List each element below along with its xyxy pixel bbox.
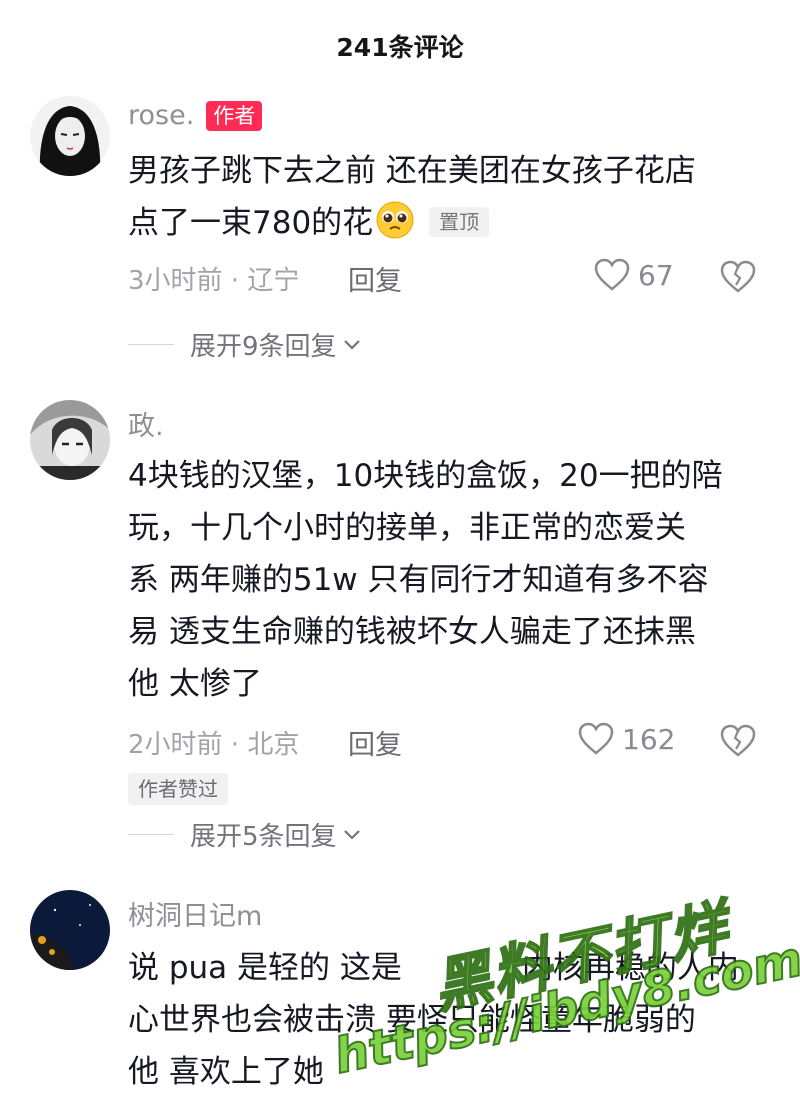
reply-button[interactable]: 回复 <box>348 723 402 762</box>
expand-replies-button[interactable]: 展开9条回复 <box>128 326 361 363</box>
broken-heart-icon <box>720 260 756 293</box>
comment-author-row: 树洞日记m <box>128 894 262 933</box>
heart-icon <box>578 722 614 755</box>
comment-text-line: 系 两年赚的51w 只有同行才知道有多不容 <box>128 562 709 598</box>
comment-text-line: 男孩子跳下去之前 还在美团在女孩子花店 <box>128 153 696 189</box>
expand-replies-label: 展开5条回复 <box>190 822 337 852</box>
comment-author-row: 政. <box>128 404 164 443</box>
comment-meta: 2小时前 · 北京 <box>128 730 300 760</box>
like-button[interactable]: 67 <box>594 258 674 292</box>
comment-text-line: 说 pua 是轻的 这是 内核再稳的人内 <box>128 950 739 986</box>
like-count: 162 <box>622 722 676 756</box>
author-liked-badge: 作者赞过 <box>128 773 228 805</box>
expand-replies-button[interactable]: 展开5条回复 <box>128 816 361 853</box>
reply-button[interactable]: 回复 <box>348 259 402 298</box>
avatar[interactable] <box>30 890 110 970</box>
comment-text-line: 心世界也会被击溃 要怪只能怪童年脆弱的 <box>128 1002 696 1038</box>
chevron-down-icon <box>343 829 360 840</box>
avatar[interactable] <box>30 400 110 480</box>
comment-text-line: 易 透支生命赚的钱被坏女人骗走了还抹黑 <box>128 614 696 650</box>
comment-text-line: 他 太惨了 <box>128 666 262 702</box>
like-button[interactable]: 162 <box>578 722 675 756</box>
broken-heart-icon <box>720 724 756 757</box>
comment-text-line: 4块钱的汉堡，10块钱的盒饭，20一把的陪 <box>128 458 723 494</box>
heart-icon <box>594 258 630 291</box>
comment-author-row: rose. 作者 <box>128 100 263 131</box>
chevron-down-icon <box>343 339 360 350</box>
comment-text-line: 玩，十几个小时的接单，非正常的恋爱关 <box>128 510 686 546</box>
dislike-button[interactable] <box>720 724 756 762</box>
comment-text: 男孩子跳下去之前 还在美团在女孩子花店 点了一束780的花 置顶 <box>128 145 768 249</box>
comment-text: 4块钱的汉堡，10块钱的盒饭，20一把的陪 玩，十几个小时的接单，非正常的恋爱关… <box>128 450 768 710</box>
comment-meta: 3小时前 · 辽宁 <box>128 266 300 296</box>
comment-author[interactable]: 树洞日记m <box>128 894 262 933</box>
pleading-face-emoji-icon <box>375 200 415 240</box>
comment-text-line: 点了一束780的花 置顶 <box>128 197 768 249</box>
author-badge: 作者 <box>206 100 263 131</box>
divider <box>128 344 174 345</box>
expand-replies-label: 展开9条回复 <box>190 332 337 362</box>
avatar[interactable] <box>30 96 110 176</box>
comments-count-title: 241条评论 <box>336 33 464 62</box>
comment-text: 说 pua 是轻的 这是 内核再稳的人内 心世界也会被击溃 要怪只能怪童年脆弱的 … <box>128 942 768 1098</box>
divider <box>128 834 174 835</box>
like-count: 67 <box>638 258 674 292</box>
comment-author[interactable]: rose. <box>128 100 194 131</box>
pinned-badge: 置顶 <box>429 207 490 237</box>
comment-text-line: 他 喜欢上了她 <box>128 1054 324 1090</box>
comment-author[interactable]: 政. <box>128 404 164 443</box>
dislike-button[interactable] <box>720 260 756 298</box>
